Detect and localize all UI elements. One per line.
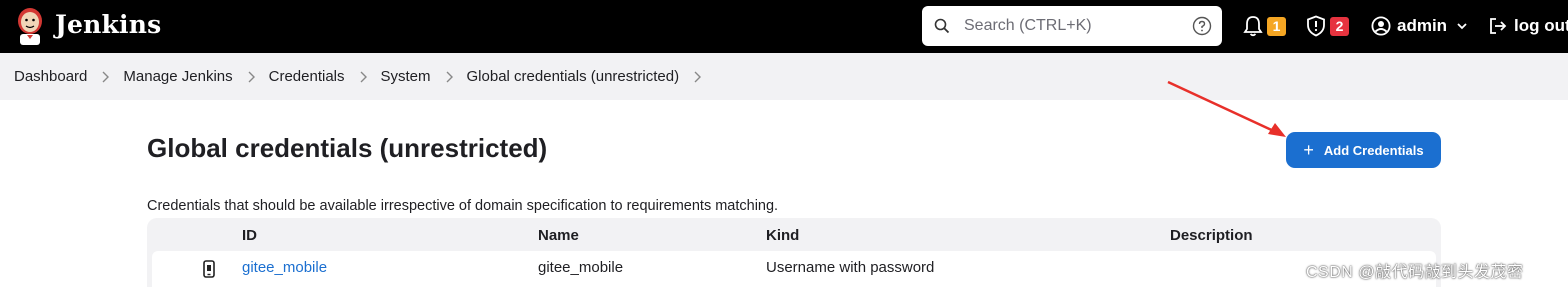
add-credentials-label: Add Credentials bbox=[1323, 142, 1424, 158]
page-title: Global credentials (unrestricted) bbox=[147, 133, 548, 163]
help-icon[interactable] bbox=[1192, 16, 1212, 36]
plus-icon: + bbox=[1303, 140, 1314, 160]
chevron-right-icon bbox=[102, 71, 110, 82]
breadcrumb-credentials[interactable]: Credentials bbox=[269, 68, 345, 85]
watermark: CSDN @敲代码敲到头发茂密 bbox=[1306, 264, 1524, 281]
column-header-kind[interactable]: Kind bbox=[766, 227, 799, 244]
column-header-name[interactable]: Name bbox=[538, 227, 579, 244]
chevron-right-icon bbox=[248, 71, 255, 82]
logout-label[interactable]: log out bbox=[1514, 16, 1568, 36]
table-row: gitee_mobile gitee_mobile Username with … bbox=[152, 251, 1436, 287]
jenkins-logo[interactable] bbox=[14, 6, 46, 46]
logout-link[interactable]: log out bbox=[1488, 13, 1568, 39]
add-credentials-button[interactable]: + Add Credentials bbox=[1286, 132, 1441, 168]
user-menu[interactable]: admin bbox=[1371, 13, 1468, 39]
search-icon bbox=[934, 18, 950, 34]
annotation-arrow bbox=[1167, 80, 1286, 137]
security-badge: 2 bbox=[1330, 16, 1349, 36]
column-header-description[interactable]: Description bbox=[1170, 227, 1253, 244]
breadcrumb: Dashboard Manage Jenkins Credentials Sys… bbox=[0, 53, 1568, 100]
search-input[interactable]: Search (CTRL+K) bbox=[964, 17, 1092, 35]
bell-icon bbox=[1243, 16, 1263, 37]
breadcrumb-system[interactable]: System bbox=[381, 68, 431, 85]
page-description: Credentials that should be available irr… bbox=[147, 198, 779, 214]
user-icon bbox=[1371, 16, 1391, 36]
chevron-right-icon bbox=[446, 71, 453, 82]
breadcrumb-dashboard[interactable]: Dashboard bbox=[14, 68, 87, 85]
notifications-badge: 1 bbox=[1267, 16, 1286, 36]
column-header-id[interactable]: ID bbox=[242, 227, 257, 244]
brand-name[interactable]: Jenkins bbox=[55, 10, 161, 39]
chevron-right-icon bbox=[360, 71, 367, 82]
top-bar: Jenkins Search (CTRL+K) 1 2 admin log ou… bbox=[0, 0, 1568, 53]
security-button[interactable]: 2 bbox=[1306, 13, 1349, 39]
logout-icon bbox=[1490, 18, 1507, 34]
phone-icon bbox=[203, 260, 215, 278]
credential-id-link[interactable]: gitee_mobile bbox=[242, 259, 327, 276]
chevron-down-icon[interactable] bbox=[1456, 20, 1468, 32]
shield-icon bbox=[1307, 15, 1325, 37]
breadcrumb-manage-jenkins[interactable]: Manage Jenkins bbox=[123, 68, 232, 85]
notifications-button[interactable]: 1 bbox=[1243, 13, 1286, 39]
credential-kind: Username with password bbox=[766, 259, 935, 276]
search-box[interactable]: Search (CTRL+K) bbox=[922, 6, 1222, 46]
chevron-right-icon[interactable] bbox=[692, 71, 702, 83]
breadcrumb-global-credentials[interactable]: Global credentials (unrestricted) bbox=[467, 68, 680, 85]
user-name[interactable]: admin bbox=[1397, 16, 1447, 36]
credential-name: gitee_mobile bbox=[538, 259, 624, 276]
credentials-table: ID Name Kind Description gitee_mobile gi… bbox=[147, 218, 1441, 287]
